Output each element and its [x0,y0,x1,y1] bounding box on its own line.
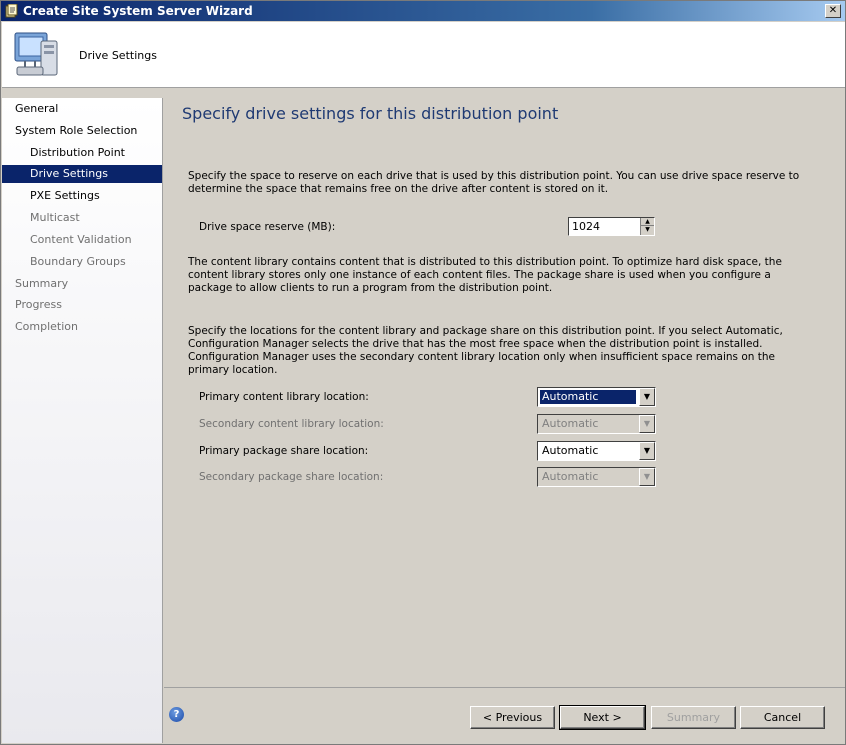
help-icon[interactable]: ? [169,707,184,722]
chevron-down-icon[interactable]: ▼ [639,442,655,460]
page-heading: Specify drive settings for this distribu… [182,104,559,123]
primary-package-share-value: Automatic [542,444,599,457]
content-library-text: The content library contains content tha… [188,256,782,294]
chevron-down-icon: ▼ [639,468,655,486]
primary-package-share-label: Primary package share location: [199,445,369,457]
footer-divider [164,687,845,688]
secondary-package-share-label: Secondary package share location: [199,471,384,483]
chevron-down-icon: ▼ [639,415,655,433]
stepper-down-icon[interactable]: ▼ [641,226,654,234]
sidebar-item-drive-settings[interactable]: Drive Settings [2,165,162,183]
sidebar-item-boundary-groups: Boundary Groups [30,255,126,268]
secondary-content-library-select: Automatic ▼ [537,414,656,434]
drive-space-reserve-label: Drive space reserve (MB): [199,221,336,233]
wizard-content: Specify drive settings for this distribu… [164,89,845,744]
sidebar-item-pxe-settings[interactable]: PXE Settings [2,187,162,205]
sidebar-item-general[interactable]: General [2,100,162,118]
secondary-content-library-label: Secondary content library location: [199,418,384,430]
computer-icon [14,32,58,76]
sidebar-item-progress: Progress [15,298,62,311]
drive-space-reserve-stepper[interactable]: 1024 ▲ ▼ [568,217,655,236]
sidebar-item-multicast: Multicast [30,211,80,224]
drive-space-reserve-value[interactable]: 1024 [572,220,600,233]
stepper-up-icon[interactable]: ▲ [641,218,654,226]
primary-content-library-select[interactable]: Automatic ▼ [537,387,656,407]
summary-button: Summary [651,706,736,729]
intro-text: Specify the space to reserve on each dri… [188,170,800,195]
sidebar-item-distribution-point[interactable]: Distribution Point [2,144,162,162]
close-icon: ✕ [828,5,838,16]
primary-content-library-label: Primary content library location: [199,391,369,403]
header-page-name: Drive Settings [79,49,157,62]
primary-content-library-value: Automatic [540,390,636,404]
secondary-content-library-value: Automatic [542,417,599,430]
window-title: Create Site System Server Wizard [23,4,253,18]
next-button[interactable]: Next > [559,705,646,730]
chevron-down-icon[interactable]: ▼ [639,388,655,406]
primary-package-share-select[interactable]: Automatic ▼ [537,441,656,461]
secondary-package-share-select: Automatic ▼ [537,467,656,487]
secondary-package-share-value: Automatic [542,470,599,483]
wizard-window: Create Site System Server Wizard ✕ Drive… [0,0,846,745]
wizard-header: Drive Settings [2,22,845,88]
wizard-sidebar: General System Role Selection Distributi… [2,98,163,743]
sidebar-item-completion: Completion [15,320,79,333]
previous-button[interactable]: < Previous [470,706,555,729]
cancel-button[interactable]: Cancel [740,706,825,729]
close-button[interactable]: ✕ [825,4,841,18]
locations-text: Specify the locations for the content li… [188,325,783,376]
sidebar-item-summary: Summary [15,277,69,290]
stepper-arrows[interactable]: ▲ ▼ [640,218,654,235]
title-bar[interactable]: Create Site System Server Wizard ✕ [1,1,845,21]
sidebar-item-content-validation: Content Validation [30,233,132,246]
sidebar-item-system-role-selection[interactable]: System Role Selection [2,122,162,140]
wizard-app-icon [5,4,18,18]
